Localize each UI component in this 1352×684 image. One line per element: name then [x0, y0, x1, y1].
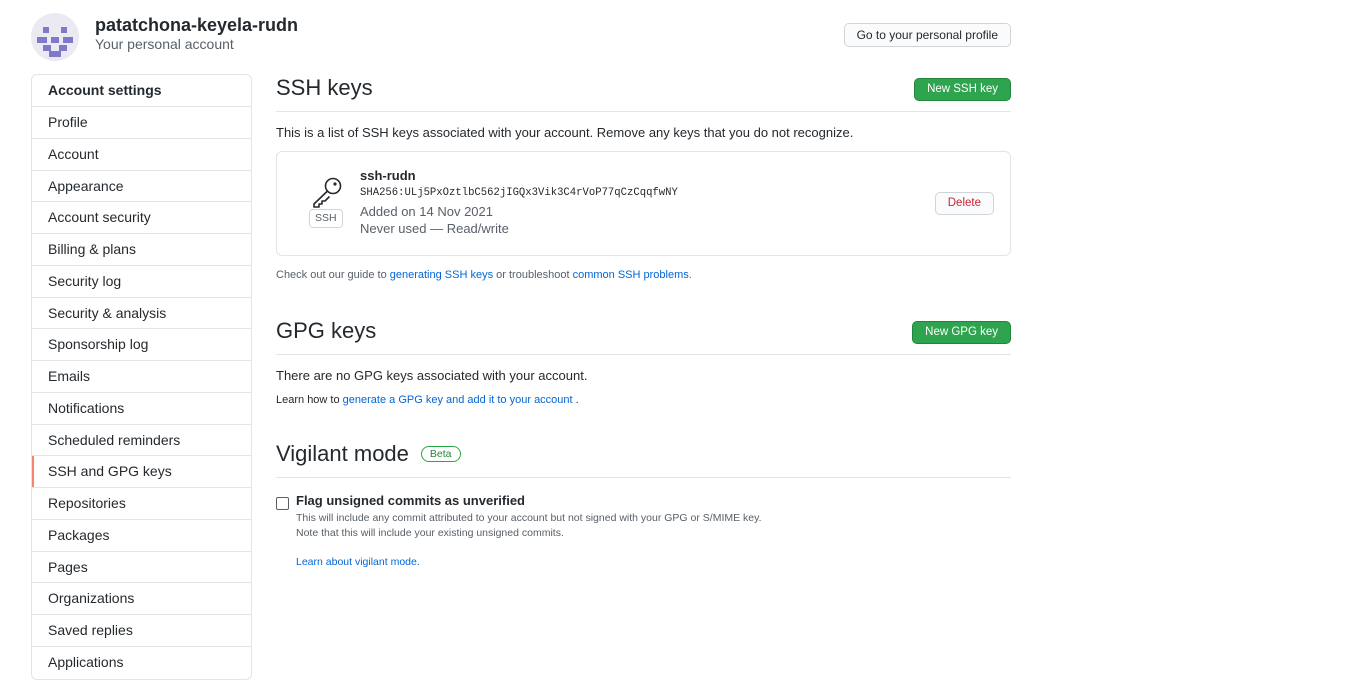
settings-sidebar: Account settings Profile Account Appeara… [31, 74, 252, 680]
vigilant-mode-title-text: Vigilant mode [276, 441, 409, 466]
sidebar-item-pages[interactable]: Pages [32, 552, 251, 584]
generating-ssh-keys-link[interactable]: generating SSH keys [390, 269, 493, 281]
sidebar-item-billing-plans[interactable]: Billing & plans [32, 234, 251, 266]
delete-ssh-key-button[interactable]: Delete [934, 192, 994, 215]
gpg-learn-text: Learn how to generate a GPG key and add … [276, 394, 579, 406]
ssh-section-header: SSH keys New SSH key [276, 74, 1011, 112]
sidebar-item-appearance[interactable]: Appearance [32, 171, 251, 203]
new-ssh-key-button[interactable]: New SSH key [914, 78, 1011, 101]
sidebar-item-emails[interactable]: Emails [32, 361, 251, 393]
ssh-type-badge: SSH [309, 209, 343, 228]
sidebar-heading: Account settings [32, 75, 251, 107]
sidebar-item-sponsorship-log[interactable]: Sponsorship log [32, 329, 251, 361]
account-header: patatchona-keyela-rudn Your personal acc… [31, 13, 1011, 61]
gpg-description: There are no GPG keys associated with yo… [276, 368, 588, 383]
flag-unsigned-commits-label[interactable]: Flag unsigned commits as unverified [296, 493, 525, 508]
sidebar-item-security-log[interactable]: Security log [32, 266, 251, 298]
beta-badge: Beta [420, 446, 461, 462]
gpg-section-header: GPG keys New GPG key [276, 317, 1011, 355]
account-subtitle: Your personal account [95, 36, 234, 52]
ssh-guide-text: Check out our guide to generating SSH ke… [276, 269, 692, 281]
generate-gpg-key-link[interactable]: generate a GPG key and add it to your ac… [343, 394, 573, 406]
vigilant-section-header: Vigilant mode Beta [276, 440, 1011, 478]
vigilant-note-1: This will include any commit attributed … [296, 512, 762, 524]
sidebar-item-account[interactable]: Account [32, 139, 251, 171]
ssh-guide-middle: or troubleshoot [496, 269, 570, 281]
sidebar-item-repositories[interactable]: Repositories [32, 488, 251, 520]
sidebar-item-account-security[interactable]: Account security [32, 202, 251, 234]
sidebar-item-applications[interactable]: Applications [32, 647, 251, 679]
sidebar-item-packages[interactable]: Packages [32, 520, 251, 552]
sidebar-item-organizations[interactable]: Organizations [32, 583, 251, 615]
ssh-key-card: SSH ssh-rudn SHA256:ULj5PxOztlbC562jIGQx… [276, 151, 1011, 256]
ssh-key-fingerprint: SHA256:ULj5PxOztlbC562jIGQx3Vik3C4rVoP77… [360, 187, 678, 199]
vigilant-mode-title: Vigilant mode Beta [276, 441, 461, 467]
sidebar-item-security-analysis[interactable]: Security & analysis [32, 298, 251, 330]
sidebar-item-notifications[interactable]: Notifications [32, 393, 251, 425]
vigilant-note-2: Note that this will include your existin… [296, 527, 564, 539]
learn-vigilant-mode-link[interactable]: Learn about vigilant mode. [296, 556, 420, 568]
new-gpg-key-button[interactable]: New GPG key [912, 321, 1011, 344]
gpg-keys-title: GPG keys [276, 318, 377, 343]
avatar[interactable] [31, 13, 79, 61]
ssh-description: This is a list of SSH keys associated wi… [276, 125, 854, 140]
gpg-learn-suffix: . [575, 394, 579, 406]
ssh-guide-prefix: Check out our guide to [276, 269, 387, 281]
sidebar-item-profile[interactable]: Profile [32, 107, 251, 139]
sidebar-item-ssh-gpg-keys[interactable]: SSH and GPG keys [32, 456, 251, 488]
go-to-profile-button[interactable]: Go to your personal profile [843, 23, 1011, 47]
flag-unsigned-commits-checkbox[interactable] [276, 497, 289, 510]
common-ssh-problems-link[interactable]: common SSH problems [573, 269, 689, 281]
gpg-learn-prefix: Learn how to [276, 394, 340, 406]
account-name: patatchona-keyela-rudn [95, 15, 299, 35]
ssh-guide-suffix: . [688, 269, 692, 281]
sidebar-item-saved-replies[interactable]: Saved replies [32, 615, 251, 647]
ssh-key-title: ssh-rudn [360, 168, 416, 183]
ssh-key-usage: Never used — Read/write [360, 221, 509, 236]
ssh-key-added-date: Added on 14 Nov 2021 [360, 204, 493, 219]
main-content: SSH keys New SSH key This is a list of S… [276, 74, 1011, 568]
ssh-keys-title: SSH keys [276, 75, 373, 100]
sidebar-item-scheduled-reminders[interactable]: Scheduled reminders [32, 425, 251, 457]
key-icon [313, 177, 342, 208]
